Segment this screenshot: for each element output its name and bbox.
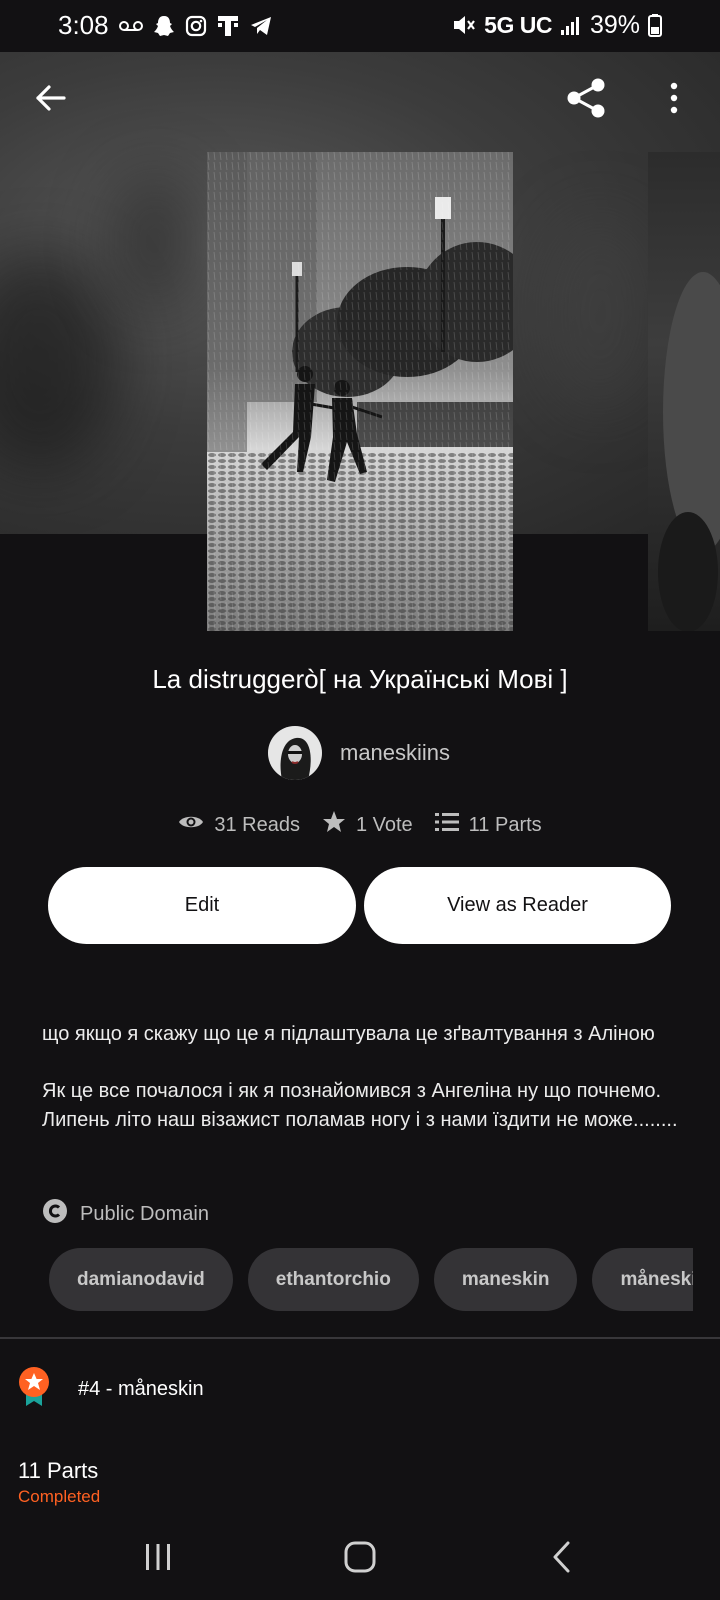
back-button[interactable]	[28, 78, 72, 122]
signal-icon	[560, 10, 582, 40]
story-title: La distruggerò[ на Українські Мові ]	[152, 664, 568, 694]
description-paragraph: Як це все почалося і як я познайомився з…	[42, 1080, 678, 1131]
license-info: Public Domain	[42, 1198, 209, 1230]
share-icon	[564, 76, 608, 125]
battery-icon	[648, 10, 662, 40]
story-description: що якщо я скажу що це я підлаштувала це …	[42, 1020, 682, 1135]
book-cover[interactable]	[207, 152, 513, 631]
parts-count: 11 Parts	[468, 813, 542, 836]
section-divider	[0, 1337, 720, 1339]
tag-chip[interactable]: maneskin	[433, 1248, 578, 1311]
avatar[interactable]	[268, 726, 322, 780]
parts-status: Completed	[18, 1487, 101, 1506]
voicemail-icon	[118, 11, 143, 41]
ranking-badge-icon	[18, 1366, 50, 1413]
status-time: 3:08	[58, 10, 109, 40]
view-as-reader-button[interactable]: View as Reader	[364, 867, 671, 944]
parts-title[interactable]: 11 Parts	[18, 1458, 98, 1484]
votes-stat: 1 Vote	[322, 810, 413, 840]
license-label: Public Domain	[80, 1202, 209, 1225]
next-book-cover[interactable]	[648, 152, 720, 631]
tag-chip[interactable]: ethantorchio	[247, 1248, 419, 1311]
star-icon	[322, 810, 346, 840]
recent-apps-icon	[143, 1542, 173, 1577]
t-mobile-icon	[217, 11, 239, 41]
ranking-label: #4 - måneskin	[78, 1377, 204, 1400]
status-bar: 3:08 5G UC 39%	[0, 0, 720, 52]
battery-percent: 39%	[589, 10, 640, 39]
chevron-left-icon	[550, 1540, 574, 1579]
arrow-left-icon	[34, 84, 66, 117]
tag-list: damianodavid ethantorchio maneskin månes…	[49, 1248, 693, 1312]
list-icon	[434, 812, 459, 838]
reads-stat: 31 Reads	[178, 813, 300, 837]
system-back-button[interactable]	[532, 1534, 592, 1584]
system-nav-bar	[0, 1520, 720, 1600]
snapchat-icon	[153, 11, 175, 41]
parts-stat: 11 Parts	[434, 812, 542, 838]
home-icon	[343, 1540, 377, 1579]
edit-button[interactable]: Edit	[48, 867, 356, 944]
network-label: 5G UC	[484, 11, 552, 38]
more-vertical-icon	[669, 82, 679, 119]
telegram-icon	[249, 11, 273, 41]
tag-chip[interactable]: måneskin	[592, 1248, 693, 1311]
share-button[interactable]	[562, 76, 610, 124]
home-button[interactable]	[330, 1534, 390, 1584]
mute-icon	[452, 10, 476, 40]
top-toolbar	[0, 52, 720, 147]
recent-apps-button[interactable]	[128, 1534, 188, 1584]
author-link[interactable]: maneskiins	[268, 726, 450, 780]
votes-count: 1 Vote	[355, 813, 413, 836]
tag-chip[interactable]: damianodavid	[49, 1248, 233, 1311]
instagram-icon	[185, 11, 207, 41]
copyright-icon	[42, 1198, 68, 1230]
author-name: maneskiins	[340, 740, 451, 765]
reads-count: 31 Reads	[214, 813, 300, 836]
description-paragraph: що якщо я скажу що це я підлаштувала це …	[42, 1023, 655, 1045]
story-stats: 31 Reads 1 Vote 11 Parts	[0, 810, 720, 840]
more-options-button[interactable]	[656, 76, 692, 124]
status-right: 5G UC 39%	[452, 10, 662, 40]
eye-icon	[178, 813, 204, 837]
status-left: 3:08	[58, 10, 273, 41]
ranking-row[interactable]: #4 - måneskin	[18, 1366, 204, 1413]
